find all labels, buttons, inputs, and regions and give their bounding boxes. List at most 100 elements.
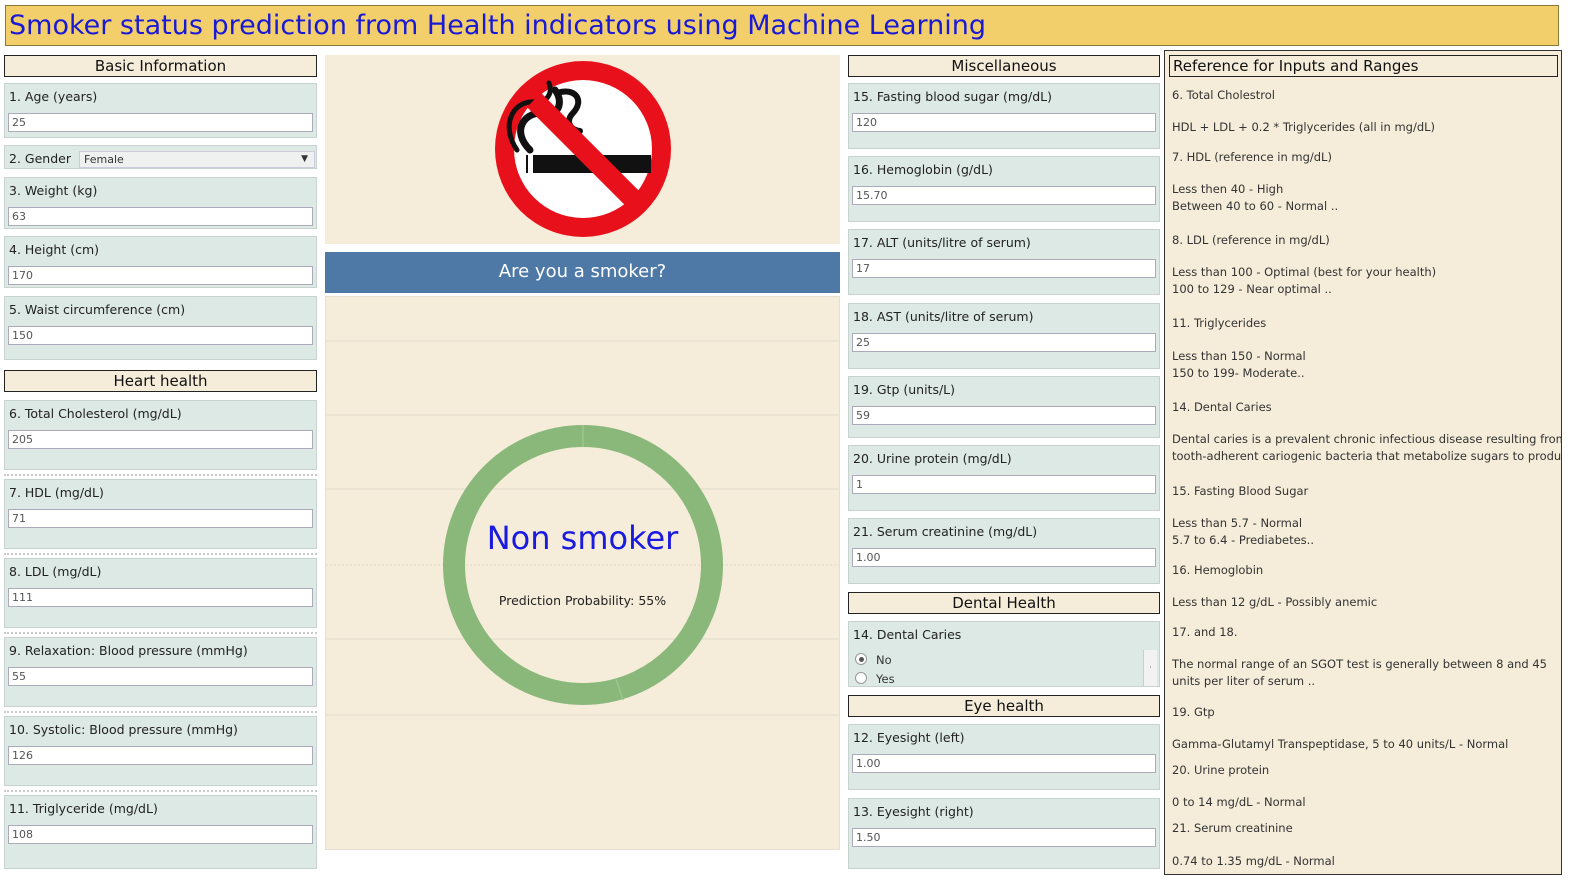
radio-yes-label: Yes <box>876 672 895 686</box>
reference-line: 150 to 199- Moderate.. <box>1172 366 1305 380</box>
reference-line: HDL + LDL + 0.2 * Triglycerides (all in … <box>1172 120 1436 134</box>
reference-line: 11. Triglycerides <box>1172 316 1267 330</box>
divider <box>4 790 317 792</box>
weight-input[interactable] <box>8 207 313 226</box>
triglyceride-input[interactable] <box>8 825 313 844</box>
cholesterol-input[interactable] <box>8 430 313 449</box>
reference-line: 21. Serum creatinine <box>1172 821 1293 835</box>
alt-card: 17. ALT (units/litre of serum) <box>848 229 1160 295</box>
urine-input[interactable] <box>852 475 1156 494</box>
reference-line: 100 to 129 - Near optimal .. <box>1172 282 1332 296</box>
reference-line: Gamma-Glutamyl Transpeptidase, 5 to 40 u… <box>1172 737 1509 751</box>
triglyceride-card: 11. Triglyceride (mg/dL) <box>4 795 317 869</box>
fasting-input[interactable] <box>852 113 1156 132</box>
reference-title: Reference for Inputs and Ranges <box>1169 55 1558 77</box>
eye-left-label: 12. Eyesight (left) <box>853 730 965 745</box>
alt-label: 17. ALT (units/litre of serum) <box>853 235 1031 250</box>
systolic-input[interactable] <box>8 746 313 765</box>
reference-line: 15. Fasting Blood Sugar <box>1172 484 1309 498</box>
dashboard-title: Smoker status prediction from Health ind… <box>5 5 1559 46</box>
divider <box>4 632 317 634</box>
reference-line: 0.74 to 1.35 mg/dL - Normal <box>1172 854 1335 868</box>
dental-card: 14. Dental Caries No Yes · <box>848 621 1160 687</box>
ast-card: 18. AST (units/litre of serum) <box>848 303 1160 369</box>
prediction-panel: Non smoker Prediction Probability: 55% <box>325 296 840 850</box>
section-heart-health: Heart health <box>4 370 317 392</box>
urine-label: 20. Urine protein (mg/dL) <box>853 451 1012 466</box>
prediction-ring <box>326 340 839 716</box>
eye-left-card: 12. Eyesight (left) <box>848 724 1160 790</box>
chevron-down-icon: ▼ <box>301 154 308 164</box>
reference-line: 0 to 14 mg/dL - Normal <box>1172 795 1306 809</box>
reference-line: 17. and 18. <box>1172 625 1238 639</box>
height-label: 4. Height (cm) <box>9 242 99 257</box>
creatinine-card: 21. Serum creatinine (mg/dL) <box>848 518 1160 584</box>
cholesterol-card: 6. Total Cholesterol (mg/dL) <box>4 400 317 470</box>
triglyceride-label: 11. Triglyceride (mg/dL) <box>9 801 158 816</box>
reference-line: Less than 100 - Optimal (best for your h… <box>1172 265 1437 279</box>
relaxation-card: 9. Relaxation: Blood pressure (mmHg) <box>4 637 317 707</box>
height-input[interactable] <box>8 266 313 285</box>
eye-left-input[interactable] <box>852 754 1156 773</box>
eye-right-label: 13. Eyesight (right) <box>853 804 974 819</box>
hemoglobin-label: 16. Hemoglobin (g/dL) <box>853 162 993 177</box>
section-basic-information: Basic Information <box>4 55 317 77</box>
reference-line: The normal range of an SGOT test is gene… <box>1172 657 1547 671</box>
reference-line: Less than 12 g/dL - Possibly anemic <box>1172 595 1378 609</box>
reference-line: 8. LDL (reference in mg/dL) <box>1172 233 1330 247</box>
creatinine-label: 21. Serum creatinine (mg/dL) <box>853 524 1038 539</box>
section-dental-health: Dental Health <box>848 592 1160 614</box>
age-input[interactable] <box>8 113 313 132</box>
hdl-input[interactable] <box>8 509 313 528</box>
divider <box>4 474 317 476</box>
waist-card: 5. Waist circumference (cm) <box>4 296 317 360</box>
section-eye-health: Eye health <box>848 695 1160 717</box>
relaxation-label: 9. Relaxation: Blood pressure (mmHg) <box>9 643 248 658</box>
ast-label: 18. AST (units/litre of serum) <box>853 309 1034 324</box>
radio-unselected-icon <box>855 672 867 684</box>
reference-line: tooth-adherent cariogenic bacteria that … <box>1172 449 1562 463</box>
divider <box>4 711 317 713</box>
reference-line: 19. Gtp <box>1172 705 1215 719</box>
radio-no[interactable]: No <box>855 653 892 667</box>
reference-line: 6. Total Cholestrol <box>1172 88 1275 102</box>
waist-input[interactable] <box>8 326 313 345</box>
relaxation-input[interactable] <box>8 667 313 686</box>
eye-right-input[interactable] <box>852 828 1156 847</box>
gtp-input[interactable] <box>852 406 1156 425</box>
no-smoking-panel <box>325 55 840 244</box>
no-smoking-icon <box>495 61 671 237</box>
gender-dropdown[interactable]: Female ▼ <box>79 151 315 168</box>
ldl-label: 8. LDL (mg/dL) <box>9 564 102 579</box>
ast-input[interactable] <box>852 333 1156 352</box>
reference-line: Between 40 to 60 - Normal .. <box>1172 199 1339 213</box>
prediction-question: Are you a smoker? <box>325 252 840 293</box>
age-label: 1. Age (years) <box>9 89 98 104</box>
gender-card: 2. Gender Female ▼ <box>4 145 317 169</box>
reference-line: Less then 40 - High <box>1172 182 1284 196</box>
radio-selected-icon <box>855 653 867 665</box>
cholesterol-label: 6. Total Cholesterol (mg/dL) <box>9 406 182 421</box>
ldl-input[interactable] <box>8 588 313 607</box>
dental-label: 14. Dental Caries <box>853 627 962 642</box>
hemoglobin-input[interactable] <box>852 186 1156 205</box>
alt-input[interactable] <box>852 259 1156 278</box>
scrollbar[interactable]: · <box>1143 650 1157 686</box>
radio-yes[interactable]: Yes <box>855 672 895 686</box>
fasting-label: 15. Fasting blood sugar (mg/dL) <box>853 89 1052 104</box>
divider <box>4 553 317 555</box>
reference-panel: Reference for Inputs and Ranges 6. Total… <box>1164 50 1562 875</box>
gtp-label: 19. Gtp (units/L) <box>853 382 956 397</box>
weight-label: 3. Weight (kg) <box>9 183 98 198</box>
creatinine-input[interactable] <box>852 548 1156 567</box>
reference-line: Dental caries is a prevalent chronic inf… <box>1172 432 1562 446</box>
hdl-label: 7. HDL (mg/dL) <box>9 485 104 500</box>
reference-line: units per liter of serum .. <box>1172 674 1316 688</box>
radio-no-label: No <box>876 653 892 667</box>
reference-line: 14. Dental Caries <box>1172 400 1272 414</box>
section-miscellaneous: Miscellaneous <box>848 55 1160 77</box>
reference-line: Less than 5.7 - Normal <box>1172 516 1303 530</box>
urine-card: 20. Urine protein (mg/dL) <box>848 445 1160 511</box>
eye-right-card: 13. Eyesight (right) <box>848 798 1160 869</box>
prediction-result: Non smoker <box>486 519 679 557</box>
